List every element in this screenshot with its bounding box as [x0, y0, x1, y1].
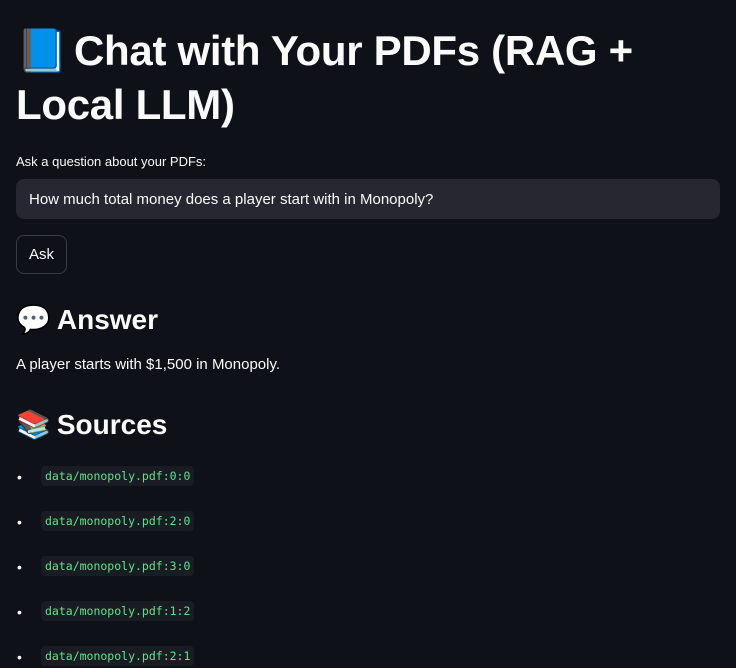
- main-container: 📘 Chat with Your PDFs (RAG + Local LLM) A…: [0, 0, 736, 668]
- source-path: data/monopoly.pdf:2:1: [41, 646, 195, 666]
- question-label: Ask a question about your PDFs:: [16, 154, 207, 169]
- book-icon: 📘: [16, 27, 68, 74]
- bullet-icon: •: [17, 469, 22, 485]
- page-title-text: Chat with Your PDFs (RAG + Local LLM): [16, 27, 633, 128]
- speech-bubble-icon: 💬: [16, 304, 51, 335]
- list-item: • data/monopoly.pdf:1:2: [16, 601, 720, 646]
- bullet-icon: •: [17, 604, 22, 620]
- source-path: data/monopoly.pdf:1:2: [41, 601, 195, 621]
- question-input[interactable]: [16, 179, 720, 219]
- list-item: • data/monopoly.pdf:2:0: [16, 511, 720, 556]
- sources-heading-text: Sources: [56, 409, 168, 440]
- ask-button[interactable]: Ask: [16, 235, 68, 274]
- source-path: data/monopoly.pdf:3:0: [41, 556, 195, 576]
- answer-heading-text: Answer: [56, 304, 159, 335]
- bullet-icon: •: [17, 559, 22, 575]
- list-item: • data/monopoly.pdf:0:0: [16, 466, 720, 511]
- sources-heading: 📚 Sources: [16, 408, 720, 442]
- answer-heading: 💬 Answer: [16, 303, 720, 337]
- bullet-icon: •: [17, 649, 22, 665]
- source-path: data/monopoly.pdf:0:0: [41, 466, 195, 486]
- list-item: • data/monopoly.pdf:2:1: [16, 646, 720, 668]
- bullet-icon: •: [17, 514, 22, 530]
- books-icon: 📚: [16, 409, 51, 440]
- answer-text: A player starts with $1,500 in Monopoly.: [16, 356, 281, 373]
- list-item: • data/monopoly.pdf:3:0: [16, 556, 720, 601]
- page-title: 📘 Chat with Your PDFs (RAG + Local LLM): [16, 0, 720, 132]
- source-path: data/monopoly.pdf:2:0: [41, 511, 195, 531]
- sources-list: • data/monopoly.pdf:0:0 • data/monopoly.pd…: [16, 466, 720, 668]
